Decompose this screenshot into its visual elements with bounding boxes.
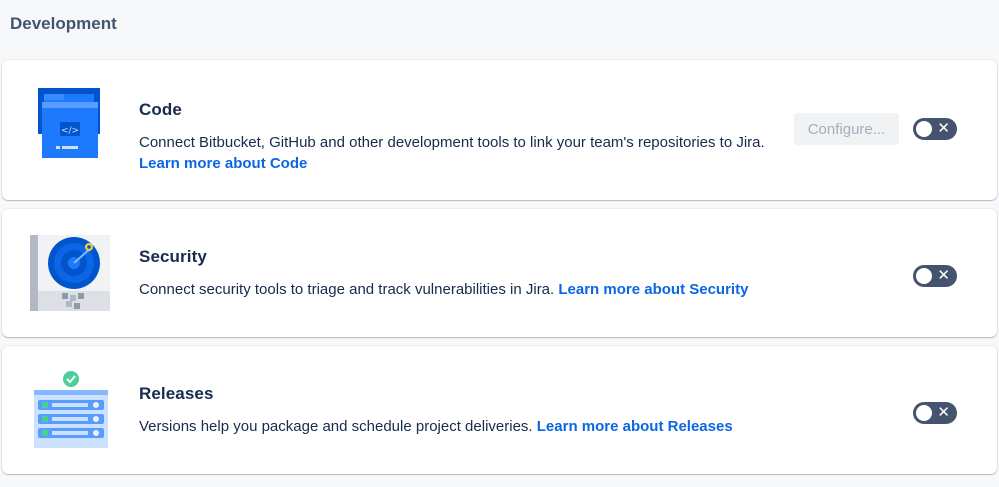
security-description: Connect security tools to triage and tra…	[139, 281, 555, 298]
configure-button[interactable]: Configure...	[794, 113, 899, 145]
svg-text:</>: </>	[61, 126, 79, 136]
releases-feature-card: Releases Versions help you package and s…	[2, 346, 997, 474]
code-description: Connect Bitbucket, GitHub and other deve…	[139, 134, 765, 151]
releases-toggle[interactable]: ✕	[913, 402, 957, 424]
code-feature-card: </> Code Connect Bitbucket, GitHub and o…	[2, 60, 997, 200]
code-title: Code	[139, 100, 182, 119]
toggle-knob	[916, 268, 932, 284]
toggle-knob	[916, 405, 932, 421]
security-title: Security	[139, 247, 207, 266]
releases-server-illustration	[34, 371, 108, 448]
learn-more-security-link[interactable]: Learn more about Security	[558, 281, 748, 298]
releases-description: Versions help you package and schedule p…	[139, 418, 533, 435]
close-icon: ✕	[937, 267, 950, 284]
security-toggle[interactable]: ✕	[913, 265, 957, 287]
security-feature-card: Security Connect security tools to triag…	[2, 209, 997, 337]
security-radar-illustration	[30, 235, 110, 311]
learn-more-releases-link[interactable]: Learn more about Releases	[537, 418, 733, 435]
close-icon: ✕	[937, 404, 950, 421]
code-toggle[interactable]: ✕	[913, 118, 957, 140]
releases-title: Releases	[139, 384, 214, 403]
learn-more-code-link[interactable]: Learn more about Code	[139, 155, 307, 172]
code-folder-illustration: </>	[38, 88, 100, 158]
toggle-knob	[916, 121, 932, 137]
close-icon: ✕	[937, 120, 950, 137]
section-title: Development	[10, 14, 117, 33]
